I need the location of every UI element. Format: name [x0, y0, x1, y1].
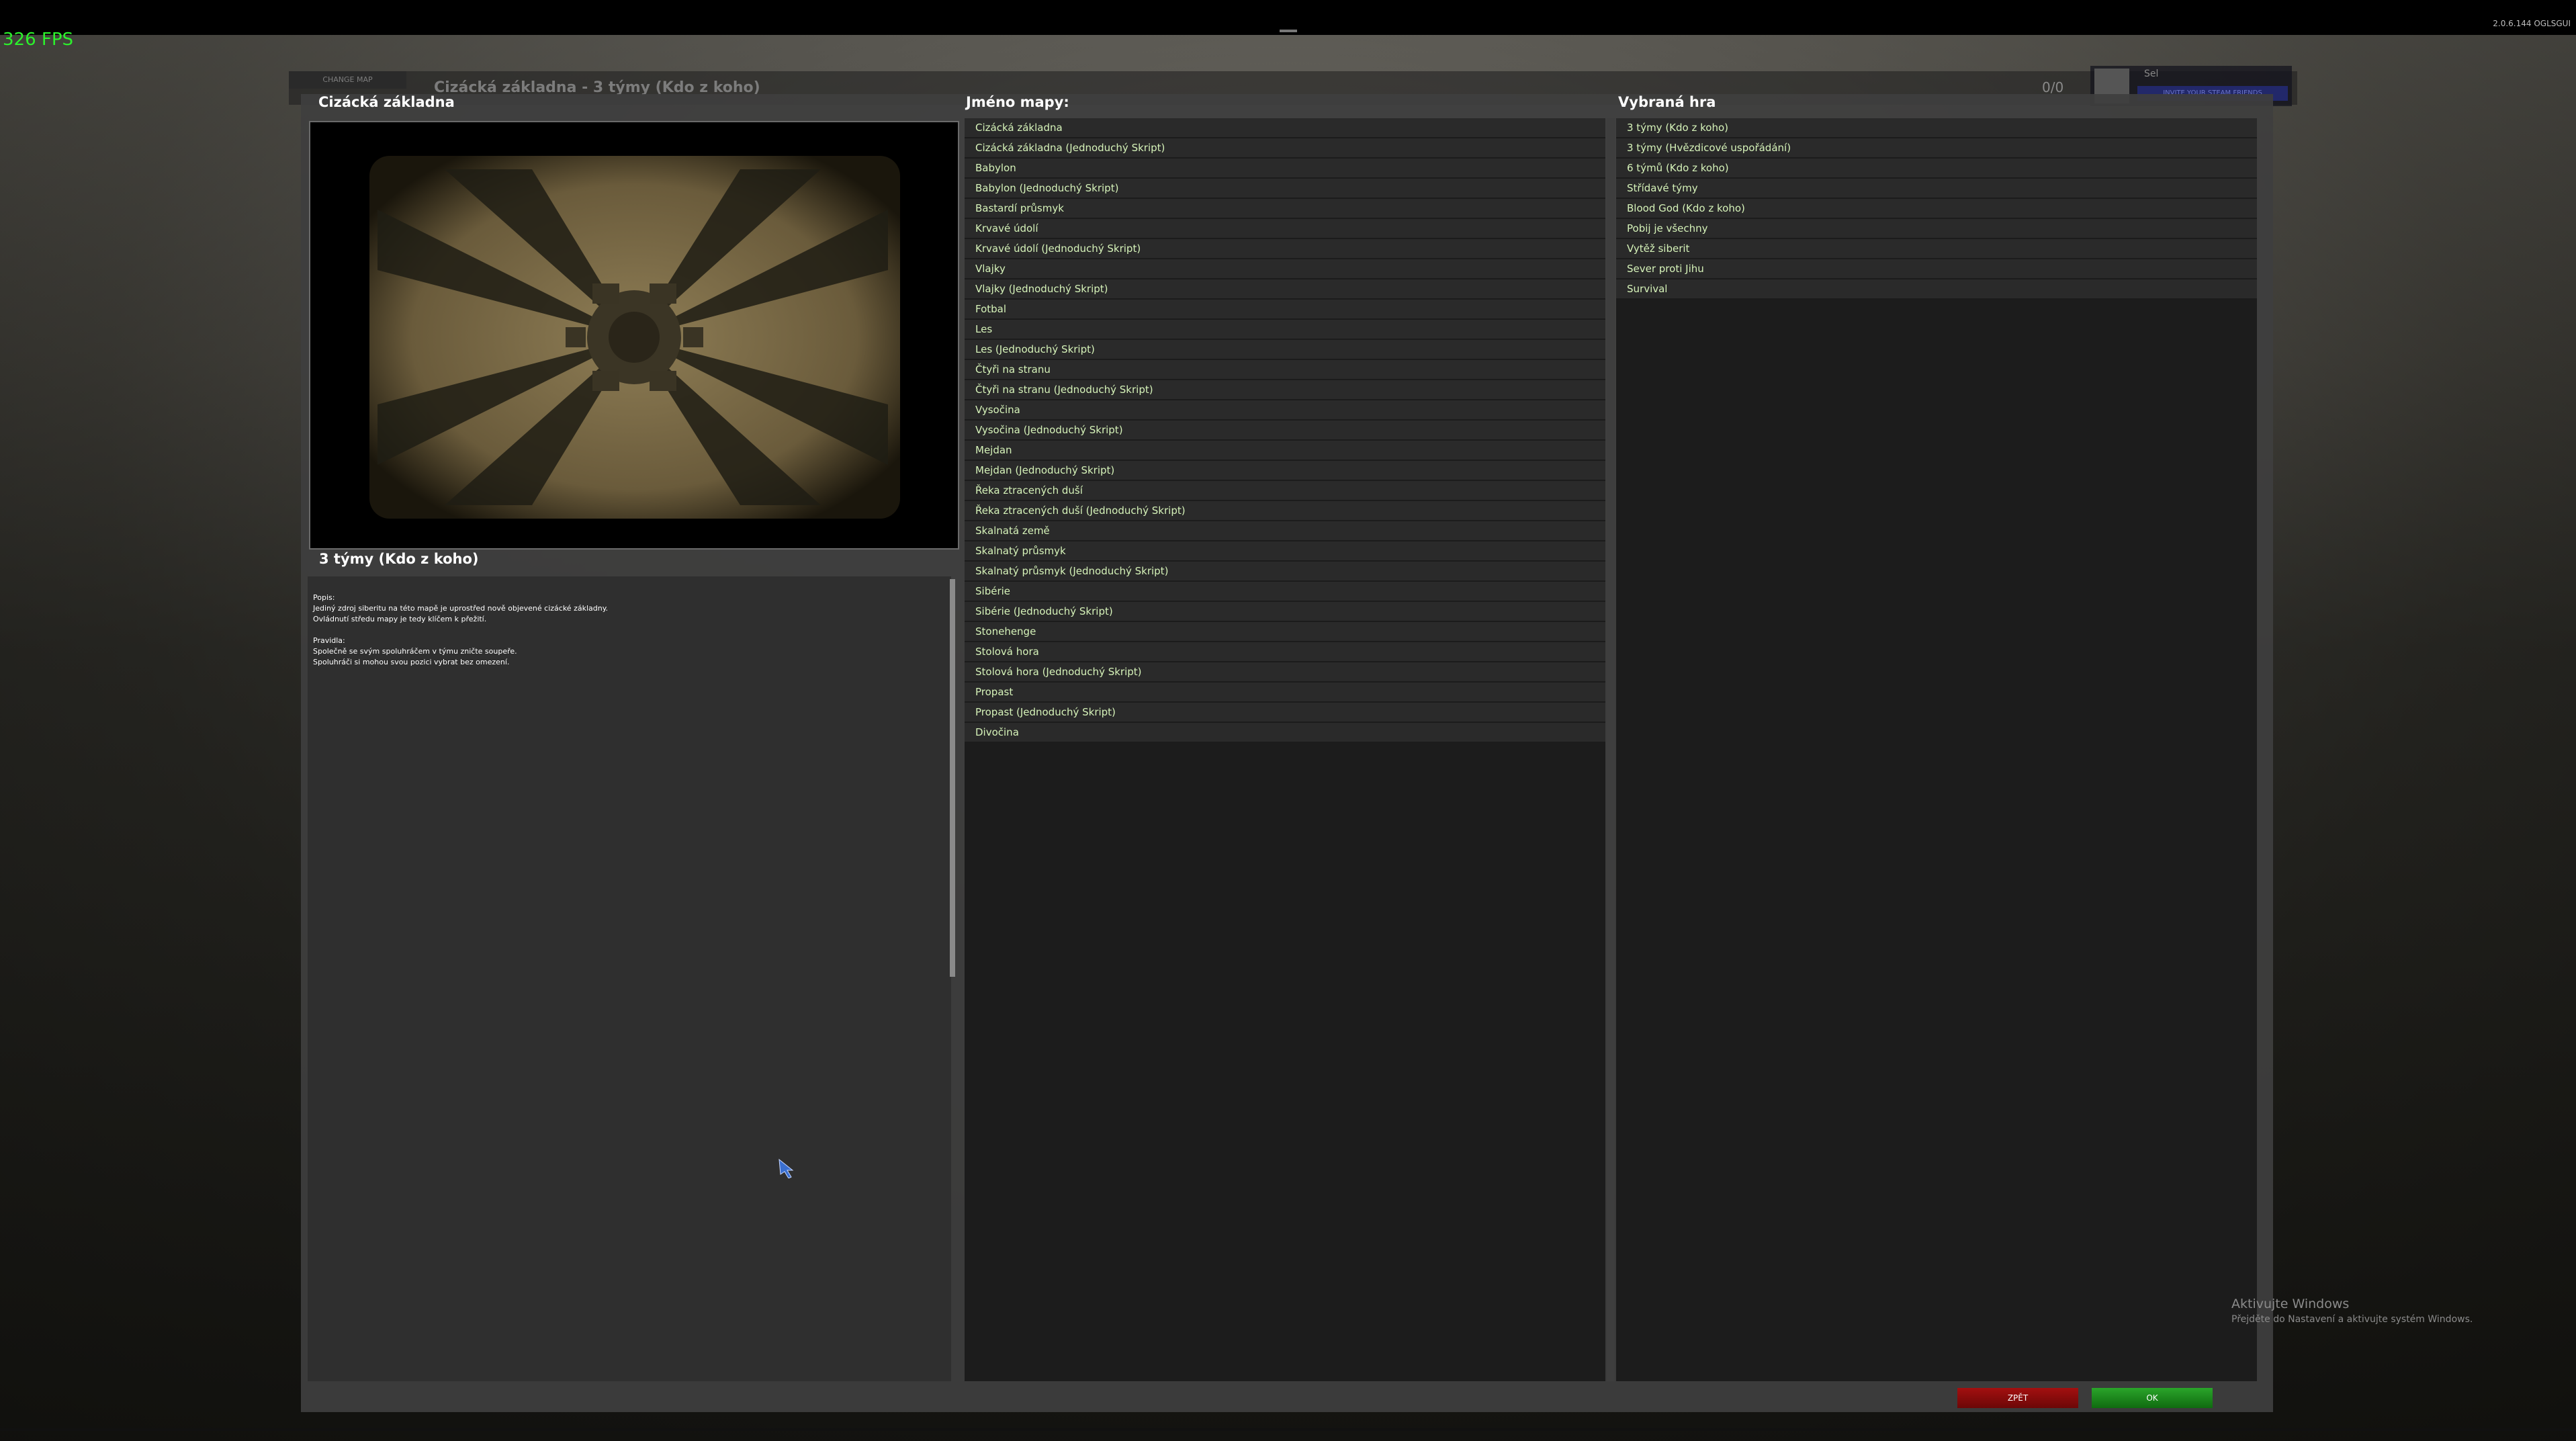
- list-item[interactable]: Propast: [965, 683, 1605, 701]
- game-modes-list[interactable]: 3 týmy (Kdo z koho) 3 týmy (Hvězdicové us…: [1616, 118, 2257, 1381]
- list-item[interactable]: Vytěž siberit: [1616, 239, 2257, 258]
- list-item[interactable]: Krvavé údolí: [965, 219, 1605, 238]
- list-item[interactable]: Les: [965, 320, 1605, 339]
- description-scrollbar[interactable]: [950, 579, 955, 977]
- column-divider: [1607, 118, 1615, 1381]
- windows-activation-watermark: Aktivujte Windows Přejděte do Nastavení …: [2231, 1297, 2473, 1325]
- list-item[interactable]: Fotbal: [965, 300, 1605, 318]
- list-item[interactable]: Blood God (Kdo z koho): [1616, 199, 2257, 218]
- list-item[interactable]: 3 týmy (Kdo z koho): [1616, 118, 2257, 137]
- list-item[interactable]: Skalnatá země: [965, 521, 1605, 540]
- games-column-header: Vybraná hra: [1618, 94, 1716, 110]
- bottom-bar: [0, 1428, 2576, 1431]
- player-count: 0/0: [2042, 79, 2064, 95]
- maps-column-header: Jméno mapy:: [966, 94, 1069, 110]
- list-item[interactable]: Sibérie (Jednoduchý Skript): [965, 602, 1605, 621]
- list-item[interactable]: Vlajky (Jednoduchý Skript): [965, 279, 1605, 298]
- list-item[interactable]: Řeka ztracených duší: [965, 481, 1605, 500]
- map-description-text: Popis: Jediný zdroj siberitu na této map…: [313, 593, 609, 666]
- list-item[interactable]: Vysočina (Jednoduchý Skript): [965, 421, 1605, 439]
- list-item[interactable]: Les (Jednoduchý Skript): [965, 340, 1605, 359]
- list-item[interactable]: Mejdan: [965, 441, 1605, 460]
- change-map-button: CHANGE MAP: [289, 71, 406, 89]
- watermark-subtitle: Přejděte do Nastavení a aktivujte systém…: [2231, 1314, 2473, 1325]
- list-item[interactable]: Propast (Jednoduchý Skript): [965, 703, 1605, 722]
- list-item[interactable]: Skalnatý průsmyk (Jednoduchý Skript): [965, 562, 1605, 580]
- list-item[interactable]: Babylon: [965, 159, 1605, 177]
- map-preview: [309, 121, 959, 550]
- list-item[interactable]: 3 týmy (Hvězdicové uspořádání): [1616, 138, 2257, 157]
- list-item[interactable]: Skalnatý průsmyk: [965, 541, 1605, 560]
- list-item[interactable]: Stonehenge: [965, 622, 1605, 641]
- list-item[interactable]: Řeka ztracených duší (Jednoduchý Skript): [965, 501, 1605, 520]
- list-item[interactable]: Mejdan (Jednoduchý Skript): [965, 461, 1605, 480]
- version-label: 2.0.6.144 OGLSGUI: [2493, 19, 2571, 28]
- player-name: Sel: [2144, 69, 2159, 79]
- back-button[interactable]: ZPĚT: [1957, 1388, 2078, 1408]
- list-item[interactable]: Cizácká základna (Jednoduchý Skript): [965, 138, 1605, 157]
- list-item[interactable]: Sever proti Jihu: [1616, 259, 2257, 278]
- list-item[interactable]: Survival: [1616, 279, 2257, 298]
- map-description-panel: Popis: Jediný zdroj siberitu na této map…: [308, 576, 951, 1381]
- list-item[interactable]: Čtyři na stranu (Jednoduchý Skript): [965, 380, 1605, 399]
- watermark-title: Aktivujte Windows: [2231, 1297, 2350, 1311]
- console-grip[interactable]: [1280, 30, 1297, 32]
- list-item[interactable]: Cizácká základna: [965, 118, 1605, 137]
- list-item[interactable]: Střídavé týmy: [1616, 179, 2257, 198]
- ok-button[interactable]: OK: [2092, 1388, 2213, 1408]
- list-item[interactable]: 6 týmů (Kdo z koho): [1616, 159, 2257, 177]
- list-item[interactable]: Pobij je všechny: [1616, 219, 2257, 238]
- map-title: Cizácká základna: [318, 94, 455, 110]
- list-item[interactable]: Krvavé údolí (Jednoduchý Skript): [965, 239, 1605, 258]
- list-item[interactable]: Bastardí průsmyk: [965, 199, 1605, 218]
- maps-list[interactable]: Cizácká základna Cizácká základna (Jednod…: [965, 118, 1605, 1381]
- fps-counter: 326 FPS: [3, 30, 74, 50]
- mouse-cursor-icon: [779, 1158, 794, 1178]
- list-item[interactable]: Divočina: [965, 723, 1605, 742]
- list-item[interactable]: Čtyři na stranu: [965, 360, 1605, 379]
- list-item[interactable]: Vysočina: [965, 400, 1605, 419]
- game-mode-title: 3 týmy (Kdo z koho): [319, 551, 479, 567]
- list-item[interactable]: Stolová hora (Jednoduchý Skript): [965, 662, 1605, 681]
- list-item[interactable]: Babylon (Jednoduchý Skript): [965, 179, 1605, 198]
- list-item[interactable]: Stolová hora: [965, 642, 1605, 661]
- list-item[interactable]: Vlajky: [965, 259, 1605, 278]
- map-preview-image: [310, 122, 958, 548]
- list-item[interactable]: Sibérie: [965, 582, 1605, 601]
